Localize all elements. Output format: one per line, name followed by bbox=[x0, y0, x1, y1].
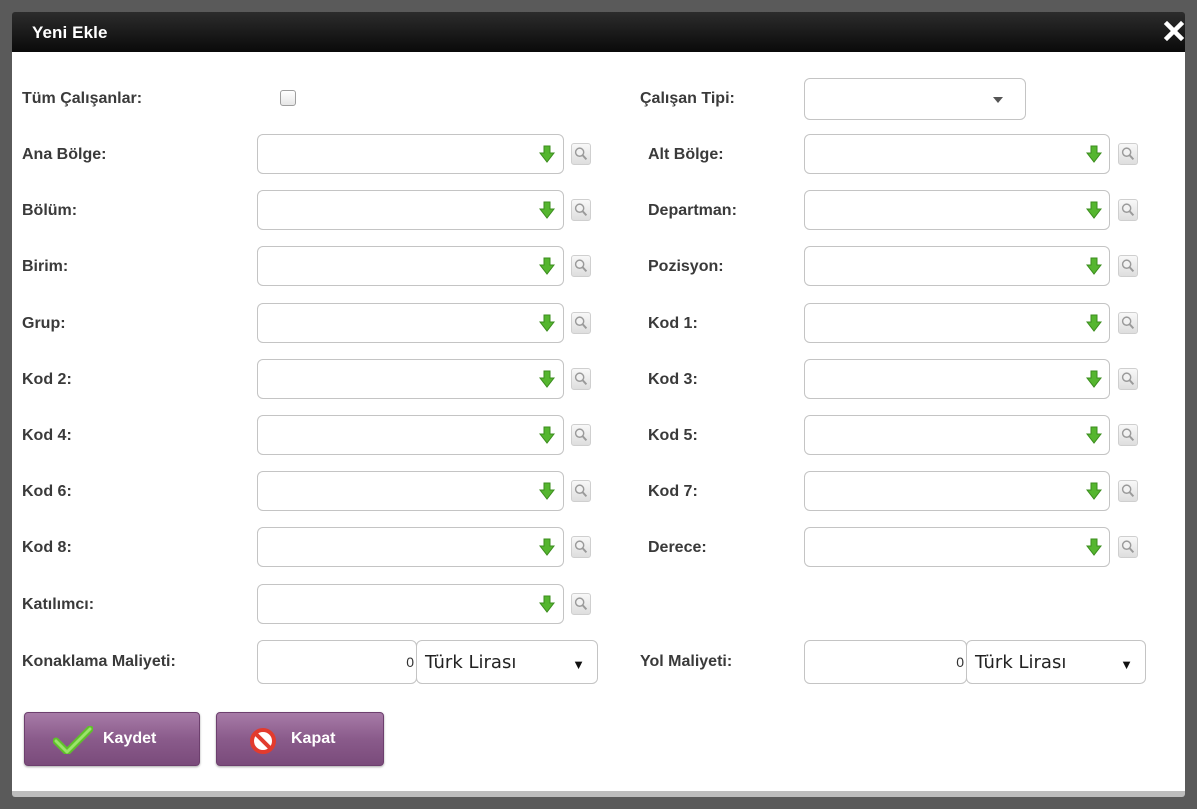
green-down-arrow-icon[interactable] bbox=[1085, 482, 1103, 501]
left_fields-input-3[interactable] bbox=[257, 302, 564, 343]
konaklama-maliyeti-label: Konaklama Maliyeti: bbox=[22, 653, 176, 670]
green-down-arrow-icon[interactable] bbox=[538, 201, 556, 220]
magnifier-icon[interactable] bbox=[1118, 311, 1138, 334]
left_fields-input-1[interactable] bbox=[257, 190, 564, 231]
right_fields-label-4: Kod 3: bbox=[648, 370, 698, 388]
right_fields-input-4[interactable] bbox=[804, 358, 1110, 399]
left_fields-label-5: Kod 4: bbox=[22, 427, 72, 444]
save-button[interactable]: Kaydet bbox=[24, 712, 200, 766]
chevron-down-icon: ▼ bbox=[572, 657, 585, 672]
close-icon[interactable] bbox=[1163, 20, 1185, 42]
chevron-down-icon bbox=[993, 97, 1003, 103]
green-down-arrow-icon[interactable] bbox=[1085, 426, 1103, 444]
green-down-arrow-icon[interactable] bbox=[1085, 538, 1103, 557]
no-entry-icon bbox=[250, 728, 276, 754]
tum-calisanlar-checkbox[interactable] bbox=[280, 90, 296, 106]
right_fields-label-3: Kod 1: bbox=[648, 314, 698, 332]
left_fields-input-6[interactable] bbox=[257, 471, 564, 512]
green-down-arrow-icon[interactable] bbox=[538, 482, 556, 501]
right_fields-label-7: Derece: bbox=[648, 539, 707, 557]
konaklama-maliyeti-input[interactable]: 0 bbox=[257, 640, 417, 684]
magnifier-icon[interactable] bbox=[1118, 367, 1138, 390]
magnifier-icon[interactable] bbox=[571, 199, 591, 222]
magnifier-icon[interactable] bbox=[571, 143, 591, 165]
left_fields-input-5[interactable] bbox=[257, 415, 564, 455]
right_fields-label-5: Kod 5: bbox=[648, 427, 698, 444]
magnifier-icon[interactable] bbox=[571, 255, 591, 278]
left_fields-input-8[interactable] bbox=[257, 583, 564, 624]
left_fields-label-4: Kod 2: bbox=[22, 370, 72, 388]
green-down-arrow-icon[interactable] bbox=[1085, 201, 1103, 220]
checkmark-icon bbox=[53, 726, 93, 754]
right_fields-input-7[interactable] bbox=[804, 527, 1110, 568]
magnifier-icon[interactable] bbox=[1118, 255, 1138, 278]
tum-calisanlar-label: Tüm Çalışanlar: bbox=[22, 90, 143, 107]
right_fields-label-2: Pozisyon: bbox=[648, 258, 724, 276]
left_fields-input-4[interactable] bbox=[257, 358, 564, 399]
yol-maliyeti-input[interactable]: 0 bbox=[804, 640, 967, 684]
left_fields-label-6: Kod 6: bbox=[22, 483, 72, 501]
green-down-arrow-icon[interactable] bbox=[538, 595, 556, 613]
green-down-arrow-icon[interactable] bbox=[1085, 257, 1103, 276]
magnifier-icon[interactable] bbox=[1118, 143, 1138, 165]
add-new-dialog: Yeni Ekle Tüm Çalışanlar: Çalışan Tipi: … bbox=[0, 0, 1197, 809]
green-down-arrow-icon[interactable] bbox=[1085, 314, 1103, 332]
calisan-tipi-label: Çalışan Tipi: bbox=[640, 90, 735, 107]
konaklama-currency-select[interactable]: Türk Lirası ▼ bbox=[416, 640, 598, 684]
magnifier-icon[interactable] bbox=[571, 367, 591, 390]
left_fields-label-0: Ana Bölge: bbox=[22, 146, 107, 163]
left_fields-input-2[interactable] bbox=[257, 246, 564, 287]
left_fields-label-1: Bölüm: bbox=[22, 202, 78, 220]
green-down-arrow-icon[interactable] bbox=[1085, 145, 1103, 163]
green-down-arrow-icon[interactable] bbox=[538, 145, 556, 163]
dialog-titlebar[interactable]: Yeni Ekle bbox=[12, 12, 1185, 52]
left_fields-label-3: Grup: bbox=[22, 314, 66, 332]
magnifier-icon[interactable] bbox=[571, 424, 591, 446]
green-down-arrow-icon[interactable] bbox=[1085, 370, 1103, 388]
green-down-arrow-icon[interactable] bbox=[538, 370, 556, 388]
close-button-label: Kapat bbox=[291, 730, 336, 747]
right_fields-input-1[interactable] bbox=[804, 190, 1110, 231]
magnifier-icon[interactable] bbox=[571, 536, 591, 559]
magnifier-icon[interactable] bbox=[1118, 480, 1138, 503]
magnifier-icon[interactable] bbox=[571, 311, 591, 334]
green-down-arrow-icon[interactable] bbox=[538, 538, 556, 557]
save-button-label: Kaydet bbox=[103, 730, 157, 747]
yol-currency-value: Türk Lirası bbox=[975, 652, 1067, 673]
magnifier-icon[interactable] bbox=[1118, 424, 1138, 446]
dialog-body: Tüm Çalışanlar: Çalışan Tipi: Ana Bölge:… bbox=[12, 52, 1185, 797]
right_fields-input-3[interactable] bbox=[804, 302, 1110, 343]
right_fields-input-0[interactable] bbox=[804, 134, 1110, 174]
konaklama-currency-value: Türk Lirası bbox=[425, 652, 517, 673]
right_fields-input-6[interactable] bbox=[804, 471, 1110, 512]
dialog-title: Yeni Ekle bbox=[32, 23, 108, 42]
right_fields-label-0: Alt Bölge: bbox=[648, 146, 724, 163]
close-button[interactable]: Kapat bbox=[216, 712, 384, 766]
magnifier-icon[interactable] bbox=[1118, 199, 1138, 222]
right_fields-input-2[interactable] bbox=[804, 246, 1110, 287]
left_fields-label-7: Kod 8: bbox=[22, 539, 72, 557]
chevron-down-icon: ▼ bbox=[1120, 657, 1133, 672]
green-down-arrow-icon[interactable] bbox=[538, 314, 556, 332]
left_fields-label-2: Birim: bbox=[22, 258, 69, 276]
calisan-tipi-dropdown[interactable] bbox=[804, 78, 1026, 120]
green-down-arrow-icon[interactable] bbox=[538, 257, 556, 276]
right_fields-label-6: Kod 7: bbox=[648, 483, 698, 501]
left_fields-label-8: Katılımcı: bbox=[22, 595, 95, 613]
left_fields-input-0[interactable] bbox=[257, 134, 564, 174]
magnifier-icon[interactable] bbox=[571, 480, 591, 503]
green-down-arrow-icon[interactable] bbox=[538, 426, 556, 444]
magnifier-icon[interactable] bbox=[1118, 536, 1138, 559]
right_fields-label-1: Departman: bbox=[648, 202, 737, 220]
magnifier-icon[interactable] bbox=[571, 592, 591, 615]
right_fields-input-5[interactable] bbox=[804, 415, 1110, 455]
yol-currency-select[interactable]: Türk Lirası ▼ bbox=[966, 640, 1146, 684]
left_fields-input-7[interactable] bbox=[257, 527, 564, 568]
yol-maliyeti-label: Yol Maliyeti: bbox=[640, 653, 733, 670]
